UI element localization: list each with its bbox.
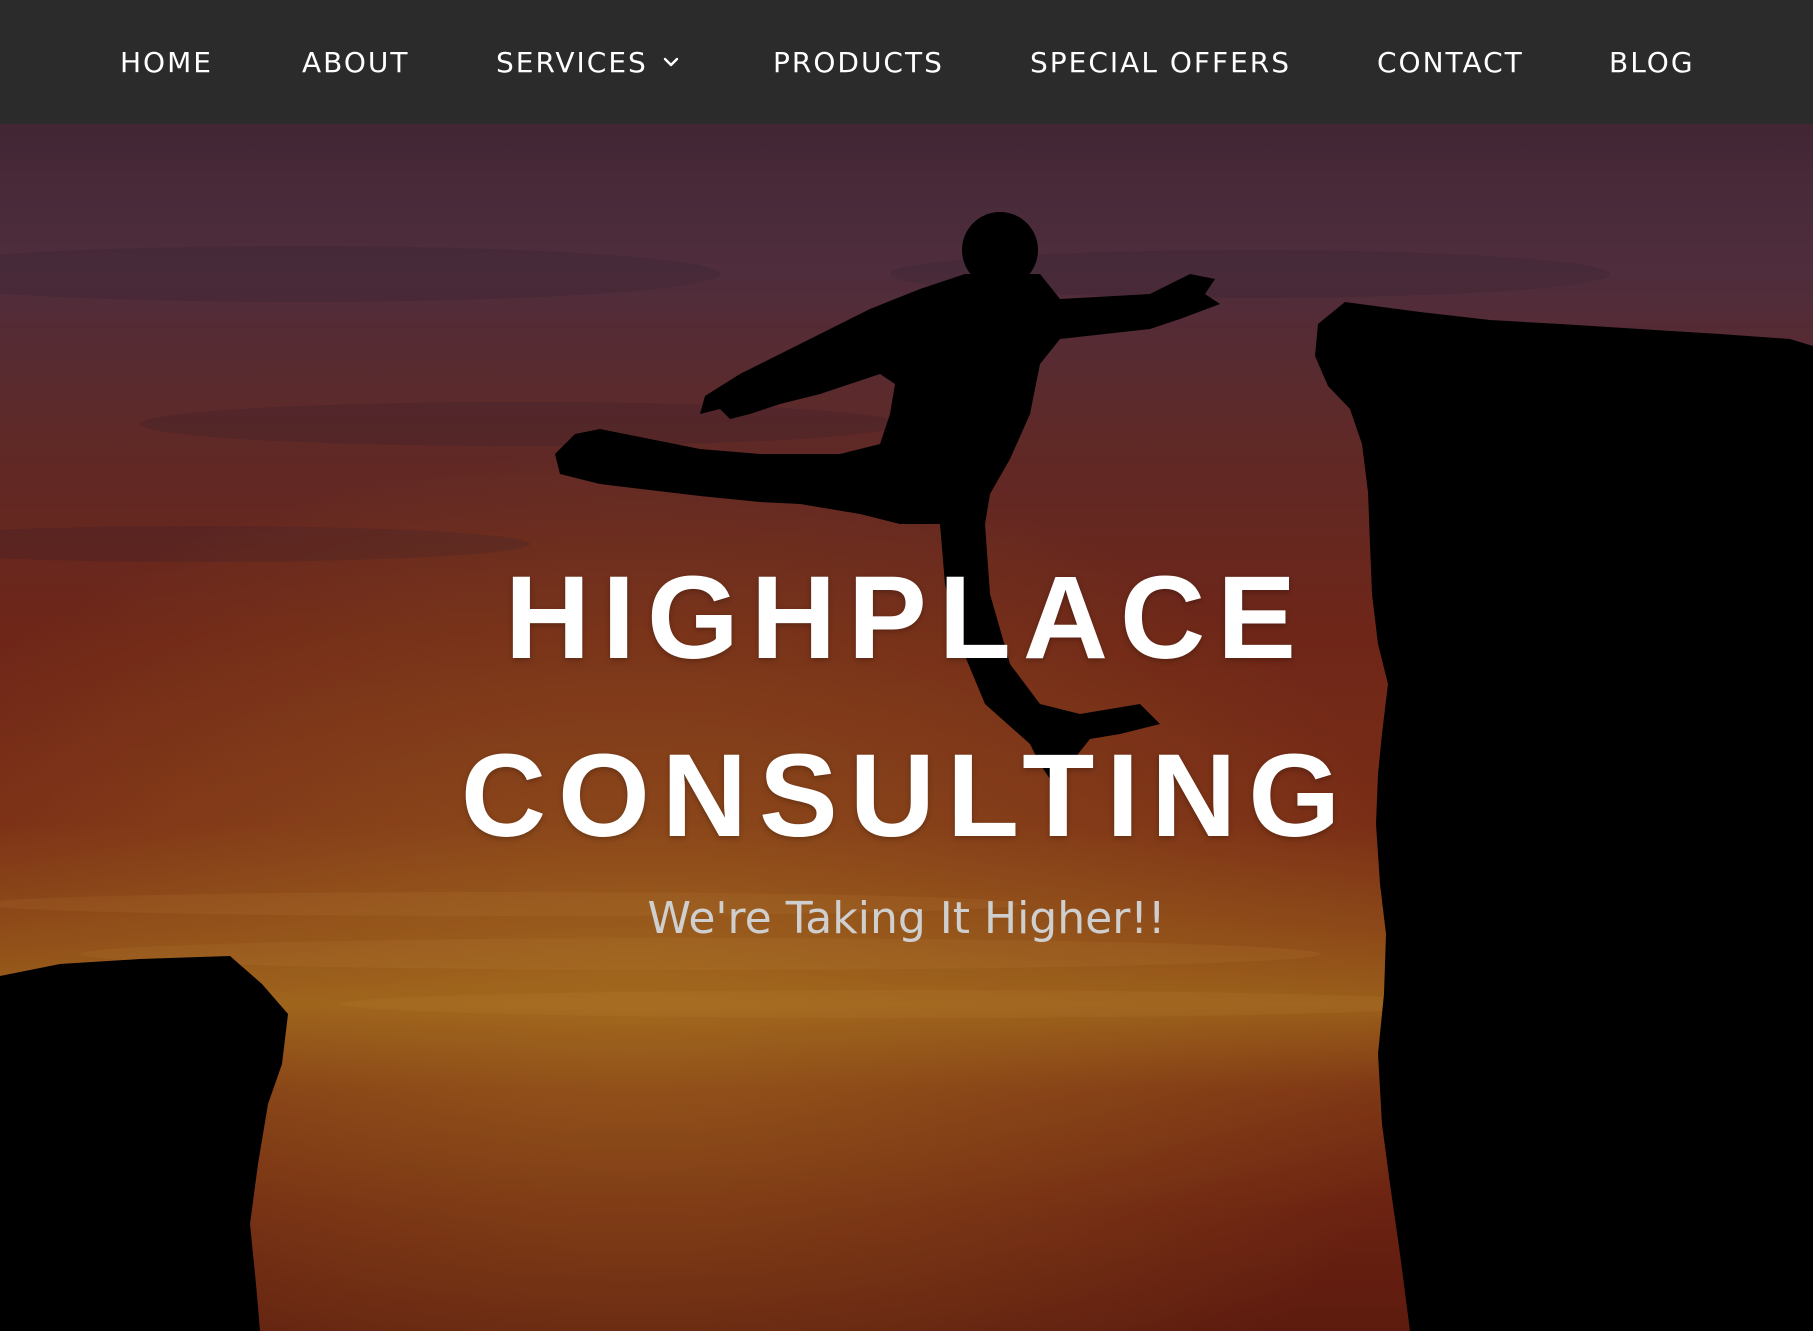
nav-item-contact[interactable]: CONTACT [1377, 0, 1524, 124]
nav-item-about[interactable]: ABOUT [302, 0, 410, 124]
nav-item-label: PRODUCTS [773, 45, 944, 79]
nav-item-special-offers[interactable]: SPECIAL OFFERS [1030, 0, 1291, 124]
chevron-down-icon[interactable] [662, 53, 680, 71]
nav-item-label: SPECIAL OFFERS [1030, 45, 1291, 79]
nav-item-label: ABOUT [302, 45, 410, 79]
hero-title-line-1: HIGHPLACE [505, 552, 1308, 684]
hero-background-image [0, 124, 1813, 1331]
nav-item-label: CONTACT [1377, 45, 1524, 79]
top-navigation-bar: HOME ABOUT SERVICES PRODUCTS SPECIAL OFF… [0, 0, 1813, 124]
nav-item-label: BLOG [1609, 45, 1695, 79]
nav-item-services[interactable]: SERVICES [496, 0, 680, 124]
nav-item-blog[interactable]: BLOG [1609, 0, 1695, 124]
hero-title-line-2: CONSULTING [460, 730, 1353, 862]
nav-item-label: HOME [120, 45, 213, 79]
nav-item-products[interactable]: PRODUCTS [773, 0, 944, 124]
nav-item-label: SERVICES [496, 45, 648, 79]
nav-item-home[interactable]: HOME [120, 0, 213, 124]
hero-tagline: We're Taking It Higher!! [647, 893, 1166, 944]
hero-section: HIGHPLACE CONSULTING We're Taking It Hig… [0, 124, 1813, 1331]
